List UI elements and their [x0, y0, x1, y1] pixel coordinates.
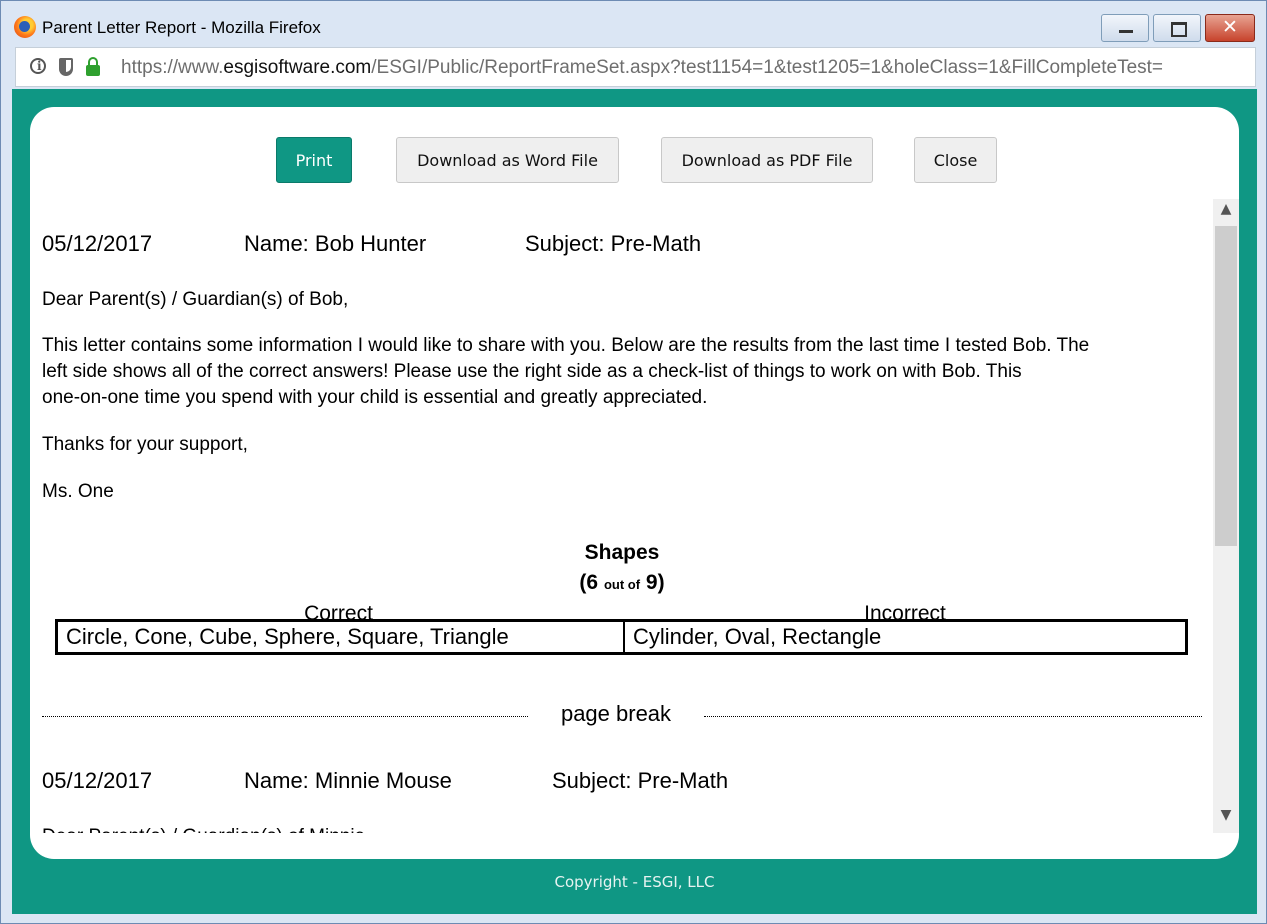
minimize-button[interactable] [1101, 14, 1149, 42]
firefox-icon [14, 16, 36, 38]
scroll-up-icon[interactable]: ▲ [1213, 201, 1239, 225]
window-close-button[interactable]: ✕ [1205, 14, 1255, 42]
maximize-icon [1171, 22, 1187, 37]
body-line: one-on-one time you spend with your chil… [42, 387, 708, 408]
subject: Subject: Pre-Math [525, 231, 702, 256]
copyright-footer: Copyright - ESGI, LLC [554, 873, 715, 891]
download-word-button[interactable]: Download as Word File [396, 137, 619, 183]
close-button[interactable]: Close [914, 137, 997, 183]
signature: Ms. One [42, 481, 114, 502]
scrollbar-thumb[interactable] [1215, 226, 1237, 546]
browser-window: Parent Letter Report - Mozilla Firefox ✕… [0, 0, 1267, 924]
score-correct: (6 [579, 571, 599, 594]
body-line: left side shows all of the correct answe… [42, 361, 1022, 382]
info-icon[interactable] [30, 58, 46, 74]
report-modal: Print Download as Word File Download as … [30, 107, 1239, 859]
greeting: Dear Parent(s) / Guardian(s) of Minnie, [42, 824, 1204, 833]
title-bar: Parent Letter Report - Mozilla Firefox ✕ [1, 1, 1266, 45]
vertical-scrollbar[interactable]: ▲ ▼ [1213, 199, 1239, 833]
shield-icon[interactable] [59, 58, 73, 76]
subject: Subject: Pre-Math [552, 768, 729, 793]
print-button[interactable]: Print [276, 137, 352, 183]
download-pdf-button[interactable]: Download as PDF File [661, 137, 873, 183]
incorrect-answers: Cylinder, Oval, Rectangle [633, 624, 882, 649]
url-path: /ESGI/Public/ReportFrameSet.aspx?test115… [371, 57, 1164, 78]
letter-date: 05/12/2017 [42, 768, 153, 793]
results-table: Circle, Cone, Cube, Sphere, Square, Tria… [55, 619, 1188, 655]
url-prefix: https://www. [121, 57, 224, 78]
minimize-icon [1119, 30, 1133, 33]
thanks-line: Thanks for your support, [42, 434, 248, 455]
page-break-line [42, 716, 528, 717]
lock-icon[interactable] [86, 57, 100, 76]
greeting: Dear Parent(s) / Guardian(s) of Bob, [42, 289, 349, 310]
score-total: 9) [645, 571, 665, 594]
test-title: Shapes [584, 541, 660, 564]
test-score: (6 out of 9) [42, 571, 1202, 595]
scroll-down-icon[interactable]: ▼ [1213, 807, 1239, 831]
correct-answers: Circle, Cone, Cube, Sphere, Square, Tria… [58, 622, 625, 652]
letter-date: 05/12/2017 [42, 231, 153, 256]
body-line: This letter contains some information I … [42, 335, 1090, 356]
page-break-label: page break [560, 701, 672, 726]
page-break: page break [42, 701, 1202, 731]
url-text[interactable]: https://www.esgisoftware.com/ESGI/Public… [121, 57, 1246, 79]
address-bar[interactable]: https://www.esgisoftware.com/ESGI/Public… [15, 47, 1256, 87]
page-break-line [704, 716, 1202, 717]
student-name: Name: Minnie Mouse [244, 768, 452, 793]
score-out-of: out of [603, 577, 641, 592]
close-icon: ✕ [1222, 16, 1238, 38]
maximize-button[interactable] [1153, 14, 1201, 42]
window-title: Parent Letter Report - Mozilla Firefox [42, 18, 321, 37]
page-background: Print Download as Word File Download as … [12, 89, 1257, 914]
report-content[interactable]: 05/12/2017 Name: Bob Hunter Subject: Pre… [30, 199, 1213, 833]
url-host: esgisoftware.com [223, 57, 372, 78]
student-name: Name: Bob Hunter [244, 231, 427, 256]
